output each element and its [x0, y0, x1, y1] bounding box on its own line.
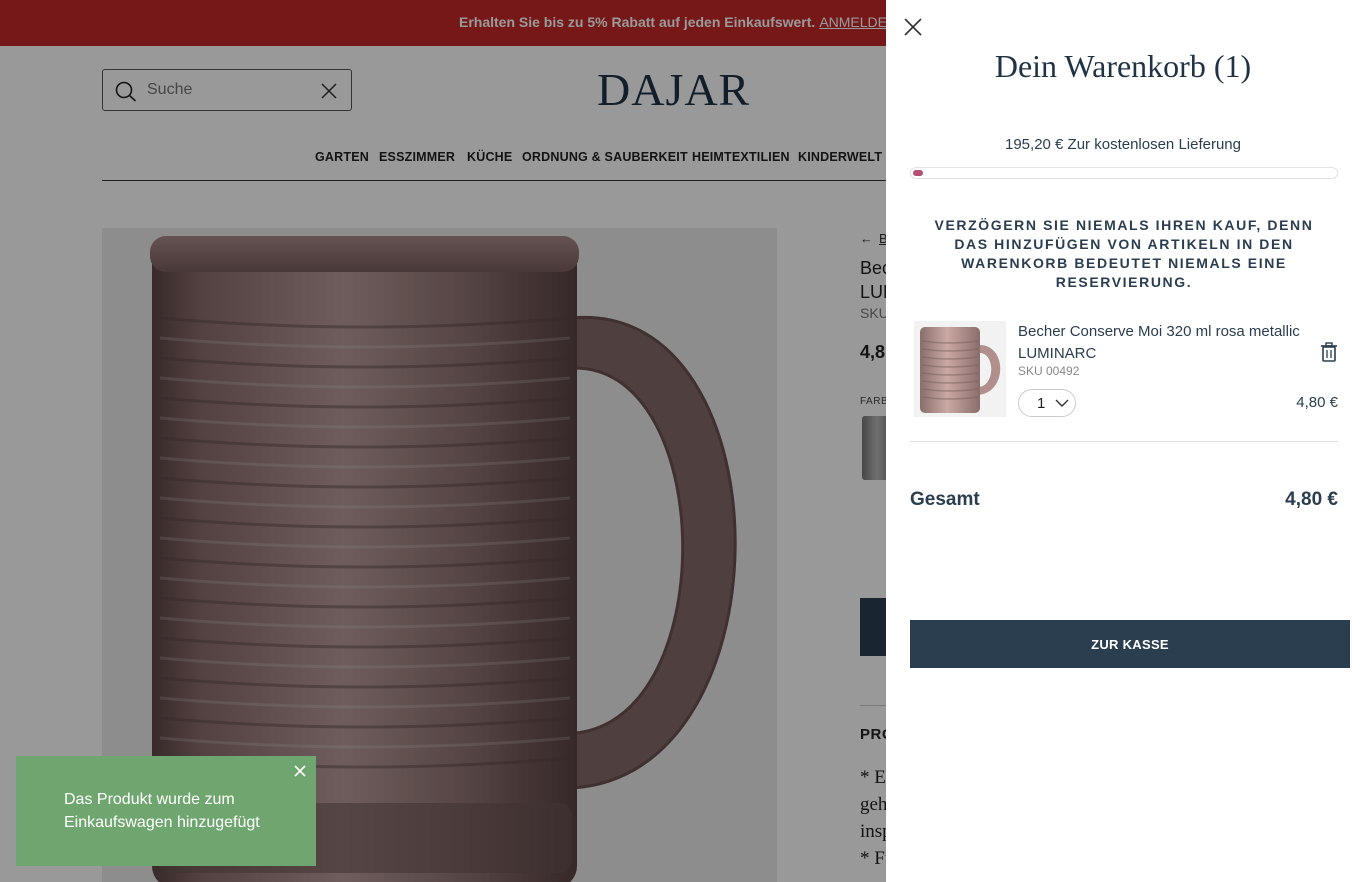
toast-notification: Das Produkt wurde zum Einkaufswagen hinz… [16, 756, 316, 866]
total-label: Gesamt [910, 489, 980, 510]
checkout-button[interactable]: ZUR KASSE [910, 620, 1350, 668]
free-shipping-progress [910, 167, 1338, 179]
chevron-down-icon [1055, 399, 1069, 407]
quantity-value: 1 [1037, 395, 1046, 412]
total-value: 4,80 € [1285, 489, 1338, 510]
free-shipping-text: 195,20 € Zur kostenlosen Lieferung [1005, 136, 1241, 153]
cart-item-image[interactable] [914, 321, 1006, 417]
toast-message: Das Produkt wurde zum Einkaufswagen hinz… [64, 791, 260, 831]
divider [910, 441, 1338, 442]
mug-thumbnail [920, 327, 1001, 413]
cart-title: Dein Warenkorb (1) [994, 48, 1252, 84]
progress-fill [913, 170, 924, 176]
cart-item-name[interactable]: Becher Conserve Moi 320 ml rosa metallic… [1018, 321, 1318, 365]
reservation-notice: VERZÖGERN SIE NIEMALS IHREN KAUF, DENN D… [934, 217, 1314, 290]
quantity-select[interactable]: 1 [1018, 389, 1076, 417]
cart-item-sku: SKU 00492 [1018, 364, 1080, 378]
close-icon[interactable] [902, 16, 924, 38]
cart-item-price: 4,80 € [1296, 394, 1338, 411]
trash-icon[interactable] [1320, 342, 1338, 362]
cart-drawer: Dein Warenkorb (1) 195,20 € Zur kostenlo… [886, 0, 1360, 882]
close-icon[interactable] [294, 765, 306, 777]
